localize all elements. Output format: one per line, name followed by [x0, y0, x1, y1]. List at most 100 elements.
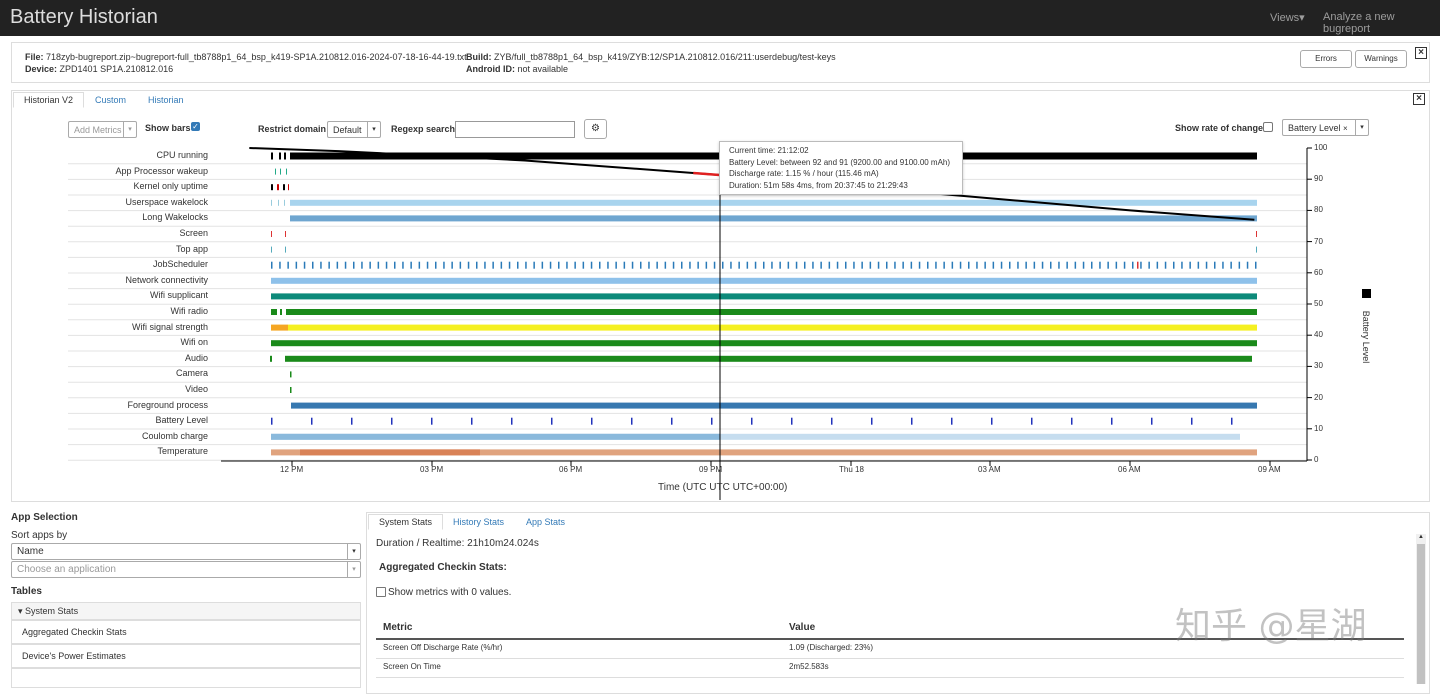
y-axis-title: Battery Level [1361, 310, 1371, 364]
metric-bar [459, 261, 462, 269]
metric-bar [828, 261, 831, 269]
metric-bar [394, 261, 396, 269]
duration-text: Duration / Realtime: 21h10m24.024s [376, 538, 539, 549]
metric-bar [861, 261, 863, 269]
metric-bar [328, 261, 330, 269]
tab-history-stats[interactable]: History Stats [453, 517, 504, 527]
metric-bar [271, 293, 1257, 300]
x-tick-label: 06 PM [559, 465, 583, 474]
metric-bar [1111, 417, 1113, 425]
sort-select[interactable]: Name ▾ [11, 543, 361, 560]
scroll-up-icon[interactable]: ▲ [1418, 534, 1424, 540]
table-row[interactable] [11, 668, 361, 688]
metric-bar [549, 261, 552, 269]
metric-bar [517, 261, 519, 269]
metric-bar [935, 261, 937, 269]
tab-system-stats[interactable]: System Stats [368, 514, 444, 530]
metric-bar [426, 261, 429, 269]
metric-bar [894, 261, 896, 269]
show-zero-checkbox[interactable] [376, 587, 386, 597]
metric-bar [1091, 261, 1093, 269]
metric-bar [351, 417, 353, 425]
metric-bar [287, 261, 289, 269]
chevron-down-icon: ▾ [347, 562, 360, 577]
metric-bar [312, 261, 314, 269]
metric-bar [623, 261, 626, 269]
metric-bar [705, 261, 708, 269]
metric-bar [910, 261, 913, 269]
metric-bar [911, 417, 913, 425]
system-stats-header[interactable]: ▾ System Stats [11, 602, 361, 620]
metric-bar [689, 261, 691, 269]
metric-bar [271, 246, 272, 253]
metric-bar [286, 168, 287, 175]
table-row[interactable]: Device's Power Estimates [11, 644, 361, 668]
metric-bar [738, 261, 740, 269]
metric-bar [631, 417, 633, 425]
metric-bar [541, 261, 544, 269]
scrollbar[interactable]: ▲ [1416, 534, 1426, 684]
hover-tooltip: Current time: 21:12:02 Battery Level: be… [719, 141, 963, 195]
watermark: 知乎 @星湖 [1175, 606, 1367, 647]
table-row[interactable]: Aggregated Checkin Stats [11, 620, 361, 644]
metric-bar [681, 261, 683, 269]
metric-bar [1107, 261, 1109, 269]
scrollbar-thumb[interactable] [1417, 544, 1425, 684]
metric-bar [1205, 261, 1208, 269]
metric-bar [1189, 261, 1191, 269]
metric-bar [656, 261, 658, 269]
metric-bar [275, 168, 276, 175]
metric-bar [290, 387, 292, 393]
metric-bar [877, 261, 880, 269]
metric-bar [271, 199, 272, 206]
metric-bar [290, 199, 1257, 206]
metric-bar [791, 417, 793, 425]
x-tick-label: 09 PM [699, 465, 723, 474]
metric-bar [951, 417, 953, 425]
metric-bar [1238, 261, 1241, 269]
metric-bar [795, 261, 798, 269]
metric-bar [1025, 261, 1027, 269]
metric-bar [751, 417, 753, 425]
metric-bar [508, 261, 511, 269]
metric-bar [1255, 261, 1257, 269]
metric-bar [1041, 261, 1044, 269]
metric-bar [271, 277, 1257, 284]
app-chooser[interactable]: Choose an application ▾ [11, 561, 361, 578]
metric-bar [648, 261, 650, 269]
x-tick-label: 12 PM [280, 465, 304, 474]
metric-bar [271, 261, 273, 269]
show-zero-label: Show metrics with 0 values. [388, 587, 512, 598]
metric-bar [992, 261, 995, 269]
metric-bar [1074, 261, 1077, 269]
tab-app-stats[interactable]: App Stats [526, 517, 565, 527]
y-tick-label: 20 [1314, 392, 1323, 402]
metric-bar [886, 261, 888, 269]
timeline-chart[interactable] [0, 0, 1440, 500]
metric-bar [968, 261, 970, 269]
metric-bar [353, 261, 355, 269]
metric-bar [271, 340, 1257, 347]
metric-bar [902, 261, 904, 269]
metric-bar [283, 184, 285, 191]
metric-bar [1137, 261, 1139, 269]
y-tick-label: 30 [1314, 361, 1323, 371]
aggregated-title: Aggregated Checkin Stats: [379, 562, 507, 573]
y-tick-label: 50 [1314, 299, 1323, 308]
tables-title: Tables [11, 586, 42, 597]
metric-bar [779, 261, 781, 269]
metric-bar [918, 261, 921, 269]
metric-bar [582, 261, 585, 269]
metric-bar [927, 261, 929, 269]
metric-bar [271, 433, 720, 440]
metric-bar [291, 402, 1257, 409]
metric-bar [303, 261, 306, 269]
metric-bar [845, 261, 847, 269]
metric-bar [279, 261, 281, 269]
y-tick-label: 80 [1314, 205, 1323, 215]
metric-bar [288, 184, 289, 191]
y-tick-label: 40 [1314, 330, 1323, 340]
chevron-down-icon: ▾ [347, 544, 360, 559]
metric-bar [271, 309, 277, 315]
metric-bar [284, 152, 286, 160]
